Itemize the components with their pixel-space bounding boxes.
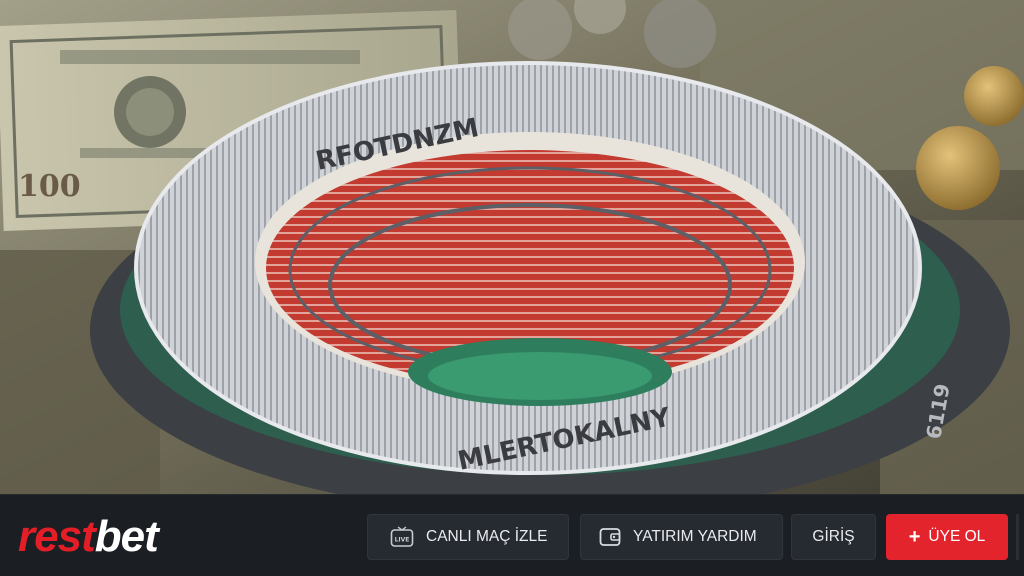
coin (964, 66, 1024, 126)
register-label: ÜYE OL (928, 528, 986, 545)
site-header: restbet LIVE CANLI MAÇ İZLE YATIRIM YARD… (0, 494, 1024, 576)
logo-part-bet: bet (94, 512, 159, 561)
coin (916, 126, 1000, 210)
deposit-help-button[interactable]: YATIRIM YARDIM (580, 514, 783, 560)
register-button[interactable]: + ÜYE OL (886, 514, 1008, 560)
logo-part-rest: rest (18, 512, 96, 561)
stadium-illustration: 100 RFOTDNZM MLERTOKALNY 6119 (0, 0, 1024, 494)
deposit-help-label: YATIRIM YARDIM (633, 528, 757, 545)
login-button[interactable]: GİRİŞ (791, 514, 876, 560)
login-label: GİRİŞ (812, 528, 855, 545)
live-tv-icon: LIVE (390, 526, 414, 548)
hero-image: 100 RFOTDNZM MLERTOKALNY 6119 (0, 0, 1024, 494)
wallet-icon (599, 527, 621, 547)
plus-icon: + (908, 526, 921, 548)
svg-text:LIVE: LIVE (395, 537, 410, 544)
restbet-logo[interactable]: restbet (18, 512, 159, 561)
live-match-button[interactable]: LIVE CANLI MAÇ İZLE (367, 514, 569, 560)
live-match-label: CANLI MAÇ İZLE (426, 528, 548, 545)
svg-text:100: 100 (18, 169, 81, 204)
header-edge-divider (1016, 514, 1019, 560)
